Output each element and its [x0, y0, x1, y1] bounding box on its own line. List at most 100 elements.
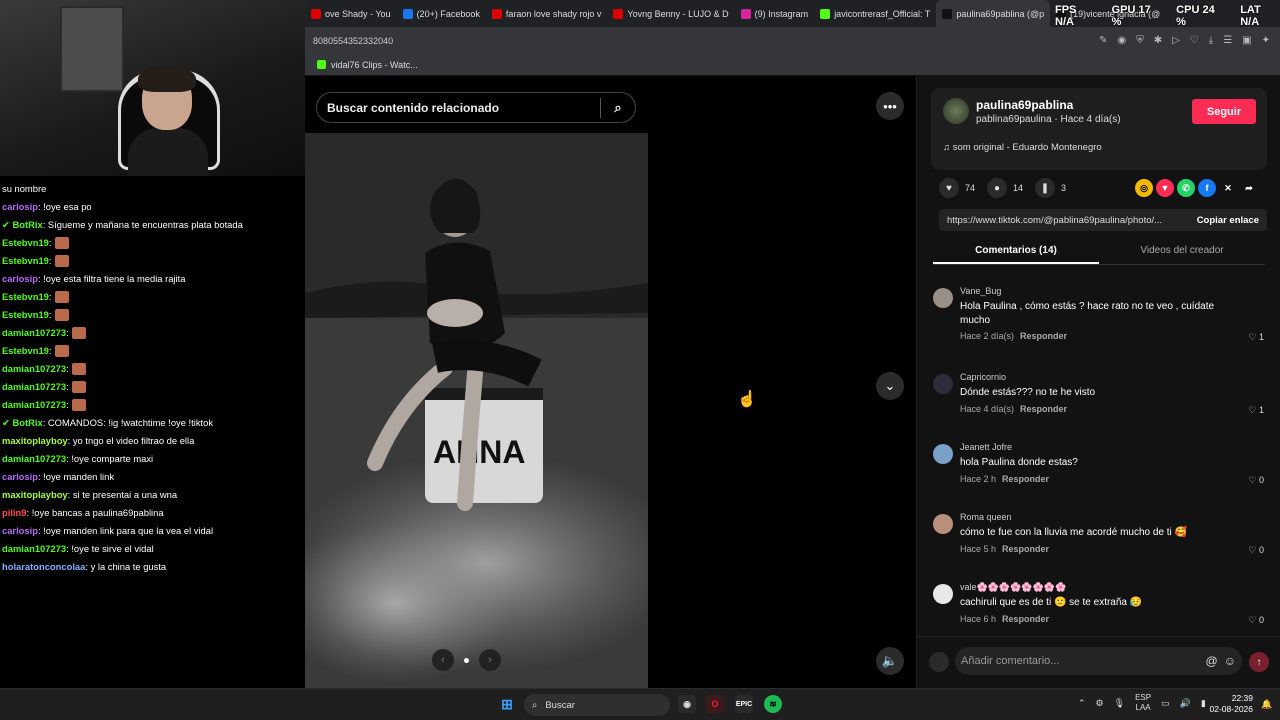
reply-button[interactable]: Responder [1002, 614, 1049, 624]
commenter-name[interactable]: Vane_Bug [960, 286, 1001, 296]
chat-username[interactable]: pilin9 [2, 507, 26, 518]
commenter-avatar[interactable] [933, 444, 953, 464]
microphone-icon[interactable]: 🎙 [1114, 698, 1125, 709]
chat-username[interactable]: carlosip [2, 471, 38, 482]
obs-icon[interactable]: ◉ [678, 695, 696, 713]
commenter-name[interactable]: Capricornio [960, 372, 1006, 382]
volume-icon[interactable]: 🔊 [1180, 698, 1191, 709]
taskbar-search[interactable]: ⌕ Buscar [524, 694, 670, 716]
chat-username[interactable]: BotRix [12, 219, 42, 230]
browser-tab[interactable]: Yovng Benny - LUJO & D [607, 0, 734, 27]
chat-username[interactable]: damian107273 [2, 363, 66, 374]
send-share-icon[interactable]: ▼ [1156, 179, 1174, 197]
play-icon[interactable]: ▷ [1172, 35, 1180, 46]
author-name[interactable]: paulina69pablina [976, 98, 1073, 112]
comment-input-box[interactable]: Añadir comentario... @ ☺ [955, 647, 1242, 675]
chat-username[interactable]: carlosip [2, 273, 38, 284]
chevron-up-icon[interactable]: ⌃ [1078, 698, 1086, 709]
copy-link-button[interactable]: Copiar enlace [1188, 214, 1267, 226]
commenter-name[interactable]: vale🌸🌸🌸🌸🌸🌸🌸🌸 [960, 582, 1066, 593]
commenter-avatar[interactable] [933, 288, 953, 308]
related-search-input[interactable]: Buscar contenido relacionado [327, 101, 499, 115]
spotify-icon[interactable]: ≋ [764, 695, 782, 713]
x-icon[interactable]: ✕ [1219, 179, 1237, 197]
chat-username[interactable]: damian107273 [2, 453, 66, 464]
facebook-icon[interactable]: f [1198, 179, 1216, 197]
browser-tab[interactable]: (9) Instagram [735, 0, 815, 27]
commenter-name[interactable]: Jeanett Jofre [960, 442, 1012, 452]
chat-username[interactable]: maxitoplayboy [2, 435, 68, 446]
browser-tab[interactable]: ove Shady - You [305, 0, 397, 27]
like-button[interactable]: ♥ 74 [939, 178, 987, 198]
comment-like[interactable]: ♡ 1 [1248, 332, 1264, 343]
network-icon[interactable]: ▭ [1161, 698, 1170, 709]
author-avatar[interactable] [943, 98, 969, 124]
reply-button[interactable]: Responder [1002, 474, 1049, 484]
share-arrow-icon[interactable]: ➦ [1240, 179, 1258, 197]
language-indicator[interactable]: ESP LAA [1135, 693, 1151, 713]
follow-button[interactable]: Seguir [1192, 99, 1256, 124]
chat-username[interactable]: damian107273 [2, 381, 66, 392]
more-options-button[interactable]: ••• [876, 92, 904, 120]
chat-username[interactable]: Estebvn19 [2, 291, 49, 302]
address-bar[interactable]: 8080554352332040 ✎ ◉ ⛨ ✱ ▷ ♡ ⤓ ☰ ▣ ✦ [305, 27, 1280, 54]
comment-like[interactable]: ♡ 0 [1248, 545, 1264, 556]
browser-tab[interactable]: faraon love shady rojo v [486, 0, 608, 27]
commenter-avatar[interactable] [933, 584, 953, 604]
taskbar-clock[interactable]: 22:39 02-08-2026 [1205, 693, 1253, 715]
related-search-bar[interactable]: Buscar contenido relacionado ⌕ [316, 92, 636, 123]
comment-input[interactable]: Añadir comentario... [961, 655, 1059, 667]
volume-button[interactable]: 🔈 [876, 647, 904, 675]
chat-username[interactable]: carlosip [2, 525, 38, 536]
chat-username[interactable]: maxitoplayboy [2, 489, 68, 500]
menu-icon[interactable]: ☰ [1223, 35, 1232, 46]
notification-icon[interactable]: 🔔 [1258, 695, 1276, 713]
ai-icon[interactable]: ✦ [1262, 35, 1270, 46]
send-comment-button[interactable]: ↑ [1249, 652, 1269, 672]
tab-comments[interactable]: Comentarios (14) [933, 238, 1099, 264]
commenter-name[interactable]: Roma queen [960, 512, 1012, 522]
epic-games-icon[interactable]: EPIC [735, 695, 753, 713]
coin-share-icon[interactable]: ◎ [1135, 179, 1153, 197]
sound-link[interactable]: ♫ som original - Eduardo Montenegro [943, 142, 1102, 153]
whatsapp-icon[interactable]: ✆ [1177, 179, 1195, 197]
camera-icon[interactable]: ◉ [1117, 35, 1126, 46]
chat-username[interactable]: holaratonconcolaa [2, 561, 85, 572]
reply-button[interactable]: Responder [1020, 404, 1067, 414]
mention-icon[interactable]: @ [1206, 654, 1218, 668]
chat-username[interactable]: Estebvn19 [2, 237, 49, 248]
comment-like[interactable]: ♡ 0 [1248, 475, 1264, 486]
comment-like[interactable]: ♡ 1 [1248, 405, 1264, 416]
browser-tab[interactable]: (20+) Facebook [397, 0, 486, 27]
emoji-icon[interactable]: ☺ [1224, 654, 1236, 668]
chat-username[interactable]: Estebvn19 [2, 345, 49, 356]
reply-button[interactable]: Responder [1002, 544, 1049, 554]
heart-icon[interactable]: ♡ [1190, 35, 1199, 46]
edit-icon[interactable]: ✎ [1099, 35, 1107, 46]
shield-icon[interactable]: ⛨ [1136, 35, 1144, 46]
chat-username[interactable]: BotRix [12, 417, 42, 428]
commenter-avatar[interactable] [933, 514, 953, 534]
chat-username[interactable]: carlosip [2, 201, 38, 212]
save-button[interactable]: ❚ 3 [1035, 178, 1083, 198]
photo-post[interactable]: ANNA [305, 133, 648, 688]
comment-like[interactable]: ♡ 0 [1248, 615, 1264, 626]
extension-icon[interactable]: ✱ [1154, 35, 1162, 46]
commenter-avatar[interactable] [933, 374, 953, 394]
browser-tab[interactable]: javicontrerasf_Official: T [814, 0, 936, 27]
download-icon[interactable]: ⤓ [1209, 35, 1213, 46]
opera-icon[interactable]: O [706, 695, 724, 713]
previous-photo-button[interactable]: ‹ [432, 649, 454, 671]
url-text[interactable]: 8080554352332040 [313, 36, 393, 46]
comment-button[interactable]: ● 14 [987, 178, 1035, 198]
chat-username[interactable]: damian107273 [2, 327, 66, 338]
tab-creator-videos[interactable]: Videos del creador [1099, 238, 1265, 264]
next-photo-button[interactable]: › [479, 649, 501, 671]
chat-username[interactable]: damian107273 [2, 543, 66, 554]
chat-username[interactable]: Estebvn19 [2, 255, 49, 266]
wallet-icon[interactable]: ▣ [1242, 35, 1251, 46]
chat-username[interactable]: damian107273 [2, 399, 66, 410]
search-icon[interactable]: ⌕ [601, 100, 635, 116]
start-icon[interactable]: ⊞ [498, 695, 516, 713]
reply-button[interactable]: Responder [1020, 331, 1067, 341]
